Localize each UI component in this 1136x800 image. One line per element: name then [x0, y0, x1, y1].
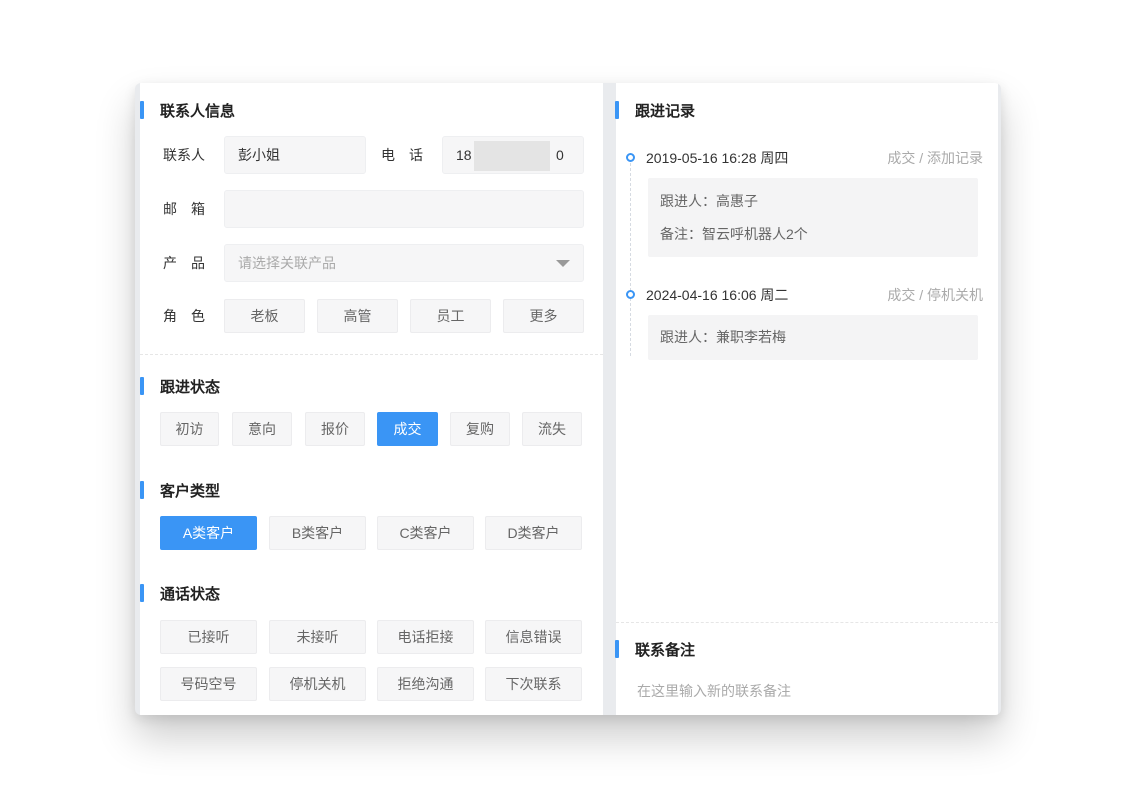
customer-type-chip-selected[interactable]: A类客户: [160, 516, 257, 550]
call-status-chip[interactable]: 信息错误: [485, 620, 582, 654]
record-line: 跟进人：兼职李若梅: [660, 329, 786, 345]
phone-value-end: 0: [556, 147, 564, 163]
role-chip[interactable]: 老板: [224, 299, 305, 333]
customer-type-chip[interactable]: B类客户: [269, 516, 366, 550]
follow-records-title: 跟进记录: [614, 100, 695, 120]
call-status-chip[interactable]: 拒绝沟通: [377, 667, 474, 701]
contact-info-panel: 联系人信息 联系人 彭小姐 电 话 18 0 邮 箱 产 品 请选择关联产品 角…: [139, 83, 603, 715]
record-card: 跟进人：高惠子 备注：智云呼机器人2个: [648, 178, 978, 257]
follow-status-chip[interactable]: 报价: [305, 412, 365, 446]
record-datetime: 2024-04-16 16:06 周二: [646, 287, 789, 303]
phone-label: 电 话: [381, 147, 423, 163]
follow-status-chip-selected[interactable]: 成交: [377, 412, 438, 446]
record-datetime: 2019-05-16 16:28 周四: [646, 150, 789, 166]
timeline-dot-icon: [626, 290, 635, 299]
record-line: 跟进人：高惠子: [660, 193, 758, 209]
product-select[interactable]: 请选择关联产品: [224, 244, 584, 282]
follow-status-chip[interactable]: 意向: [232, 412, 292, 446]
product-placeholder: 请选择关联产品: [238, 255, 336, 271]
phone-value-start: 18: [456, 147, 472, 163]
phone-redaction: [474, 141, 550, 171]
role-chip[interactable]: 更多: [503, 299, 584, 333]
record-card: 跟进人：兼职李若梅: [648, 315, 978, 360]
contact-note-title: 联系备注: [614, 639, 695, 659]
phone-field[interactable]: 18 0: [442, 136, 584, 174]
record-tag: 成交 / 添加记录: [887, 150, 983, 166]
email-label: 邮 箱: [163, 201, 205, 217]
section-divider: [616, 622, 998, 623]
call-status-chip[interactable]: 未接听: [269, 620, 366, 654]
call-status-chip[interactable]: 号码空号: [160, 667, 257, 701]
contact-detail-window: 联系人信息 联系人 彭小姐 电 话 18 0 邮 箱 产 品 请选择关联产品 角…: [135, 83, 1001, 715]
contact-name-value: 彭小姐: [238, 147, 280, 163]
record-tag: 成交 / 停机关机: [887, 287, 983, 303]
contact-note-input[interactable]: 在这里输入新的联系备注: [637, 681, 977, 701]
contact-info-title: 联系人信息: [139, 100, 235, 120]
section-divider: [140, 354, 603, 355]
follow-status-chip[interactable]: 初访: [160, 412, 219, 446]
call-status-chip[interactable]: 已接听: [160, 620, 257, 654]
role-chip[interactable]: 员工: [410, 299, 491, 333]
customer-type-chip[interactable]: C类客户: [377, 516, 474, 550]
follow-status-title: 跟进状态: [139, 376, 220, 396]
role-label: 角 色: [163, 308, 205, 324]
role-chip[interactable]: 高管: [317, 299, 398, 333]
follow-record-panel: 跟进记录 2019-05-16 16:28 周四 成交 / 添加记录 跟进人：高…: [614, 83, 998, 715]
timeline-dot-icon: [626, 153, 635, 162]
follow-status-chip[interactable]: 流失: [522, 412, 582, 446]
call-status-chip[interactable]: 下次联系: [485, 667, 582, 701]
product-label: 产 品: [163, 255, 205, 271]
call-status-chip[interactable]: 停机关机: [269, 667, 366, 701]
customer-type-chip[interactable]: D类客户: [485, 516, 582, 550]
caret-down-icon: [556, 260, 570, 267]
timeline-line: [630, 163, 631, 356]
contact-name-label: 联系人: [163, 147, 205, 163]
contact-name-field[interactable]: 彭小姐: [224, 136, 366, 174]
call-status-title: 通话状态: [139, 583, 220, 603]
call-status-chip[interactable]: 电话拒接: [377, 620, 474, 654]
email-field[interactable]: [224, 190, 584, 228]
follow-status-chip[interactable]: 复购: [450, 412, 510, 446]
record-line: 备注：智云呼机器人2个: [660, 226, 808, 242]
customer-type-title: 客户类型: [139, 480, 220, 500]
